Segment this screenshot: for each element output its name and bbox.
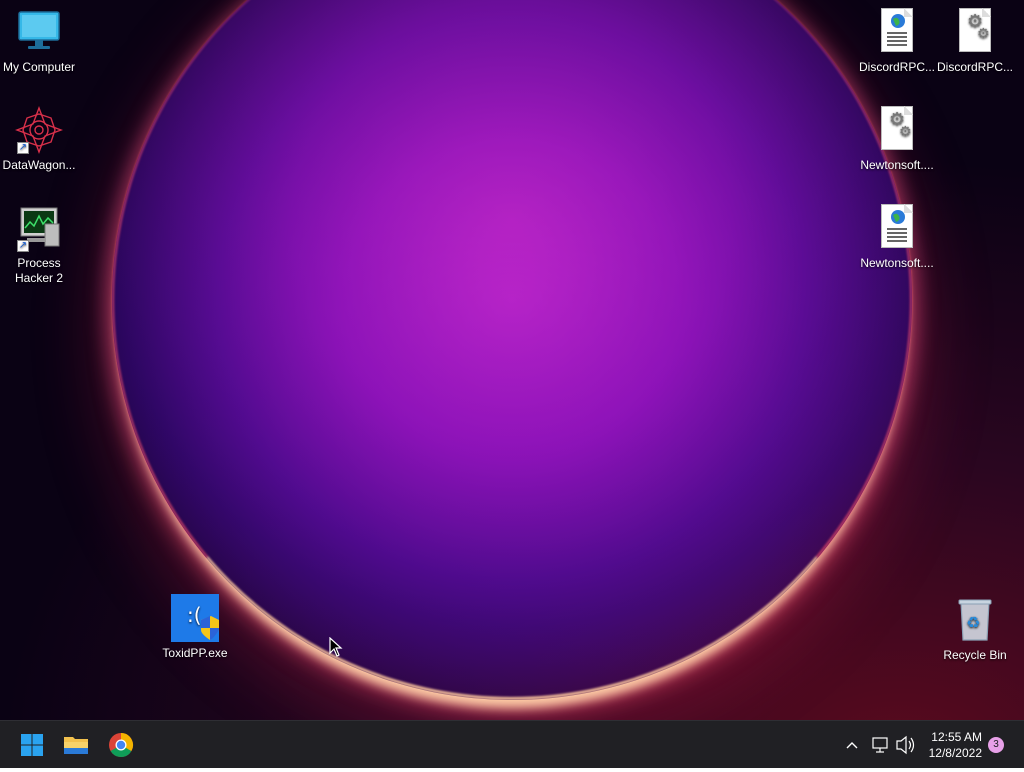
clock-time: 12:55 AM	[931, 730, 982, 744]
volume-button[interactable]	[894, 721, 916, 769]
chrome-icon	[109, 733, 134, 758]
notification-badge[interactable]: 3	[988, 737, 1004, 753]
windows-logo-icon	[21, 734, 43, 756]
chevron-up-icon	[846, 742, 858, 749]
recycle-bin-icon: ♻	[951, 596, 999, 644]
desktop-icon-label: Process Hacker 2	[14, 256, 64, 285]
tray-overflow-button[interactable]	[842, 721, 862, 769]
taskbar: 12:55 AM 12/8/2022 3	[0, 720, 1024, 768]
shortcut-arrow-icon: ↗	[17, 240, 29, 252]
web-document-icon	[873, 204, 921, 252]
desktop-icon-discordrpc-config[interactable]: ⚙ ⚙ DiscordRPC...	[936, 8, 1014, 75]
desktop-icon-label: Newtonsoft....	[860, 158, 934, 172]
desktop-icon-newtonsoft-config[interactable]: ⚙ ⚙ Newtonsoft....	[858, 106, 936, 173]
clock-date: 12/8/2022	[928, 746, 982, 760]
desktop-icon-label: My Computer	[2, 60, 76, 74]
svg-text::(: :(	[187, 603, 202, 627]
process-hacker-icon: ↗	[15, 204, 63, 252]
computer-icon	[15, 8, 63, 56]
start-button[interactable]	[14, 727, 50, 763]
config-document-icon: ⚙ ⚙	[951, 8, 999, 56]
shortcut-arrow-icon: ↗	[17, 142, 29, 154]
svg-text:♻: ♻	[966, 613, 980, 632]
chrome-button[interactable]	[103, 727, 139, 763]
file-explorer-button[interactable]	[58, 727, 94, 763]
desktop-icon-my-computer[interactable]: My Computer	[0, 8, 78, 75]
network-icon	[872, 737, 888, 753]
exe-shield-icon: :(	[171, 594, 219, 642]
desktop-icon-label: Recycle Bin	[943, 648, 1007, 662]
desktop-icon-datawagon[interactable]: ↗ DataWagon...	[0, 106, 78, 173]
network-status-button[interactable]	[870, 721, 890, 769]
speaker-icon	[896, 735, 915, 755]
desktop-icon-process-hacker[interactable]: ↗ Process Hacker 2	[0, 204, 78, 286]
mouse-cursor-icon	[329, 637, 343, 657]
desktop-icon-label: DiscordRPC...	[936, 60, 1013, 74]
clock[interactable]: 12:55 AM 12/8/2022	[929, 729, 982, 761]
web-document-icon	[873, 8, 921, 56]
folder-icon	[64, 737, 88, 754]
desktop[interactable]: My Computer ↗ DataWagon... ↗ Process Hac…	[0, 0, 1024, 720]
desktop-icon-label: DiscordRPC...	[858, 60, 935, 74]
config-document-icon: ⚙ ⚙	[873, 106, 921, 154]
desktop-icon-label: DataWagon...	[2, 158, 76, 172]
desktop-icon-toxidpp[interactable]: :( ToxidPP.exe	[156, 594, 234, 661]
desktop-icon-discordrpc-xml[interactable]: DiscordRPC...	[858, 8, 936, 75]
desktop-icon-label: Newtonsoft....	[860, 256, 934, 270]
desktop-icon-label: ToxidPP.exe	[162, 646, 228, 660]
desktop-icon-newtonsoft-xml[interactable]: Newtonsoft....	[858, 204, 936, 271]
datawagon-icon: ↗	[15, 106, 63, 154]
desktop-icon-recycle-bin[interactable]: ♻ Recycle Bin	[936, 596, 1014, 663]
